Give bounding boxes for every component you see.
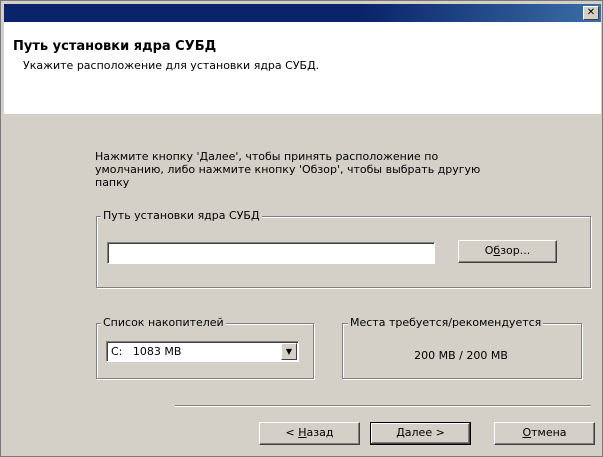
install-path-input[interactable] bbox=[107, 242, 435, 264]
page-subtitle: Укажите расположение для установки ядра … bbox=[23, 59, 320, 72]
page-title: Путь установки ядра СУБД bbox=[13, 39, 217, 54]
header-divider bbox=[4, 113, 601, 114]
chevron-down-icon[interactable]: ▼ bbox=[281, 343, 297, 360]
space-required-value: 200 MB / 200 MB bbox=[414, 349, 508, 362]
next-button[interactable]: Далее > bbox=[370, 422, 471, 445]
footer-divider bbox=[175, 405, 591, 406]
browse-button[interactable]: Обзор... bbox=[458, 240, 557, 263]
title-bar: ✕ bbox=[4, 4, 601, 22]
drive-select-value: C: 1083 MB bbox=[111, 345, 182, 358]
close-button[interactable]: ✕ bbox=[583, 6, 599, 20]
installer-window: ✕ Путь установки ядра СУБД Укажите распо… bbox=[0, 0, 603, 457]
install-path-group-label: Путь установки ядра СУБД bbox=[101, 209, 262, 222]
instructions-text: Нажмите кнопку 'Далее', чтобы принять ра… bbox=[95, 150, 481, 189]
drive-select[interactable]: C: 1083 MB ▼ bbox=[106, 341, 299, 362]
cancel-button[interactable]: Отмена bbox=[494, 422, 595, 445]
back-button[interactable]: < Назад bbox=[259, 422, 360, 445]
wizard-header: Путь установки ядра СУБД Укажите располо… bbox=[4, 22, 601, 114]
close-icon: ✕ bbox=[586, 7, 596, 18]
space-group-label: Места требуется/рекомендуется bbox=[348, 316, 544, 329]
drives-group-label: Список накопителей bbox=[101, 316, 226, 329]
